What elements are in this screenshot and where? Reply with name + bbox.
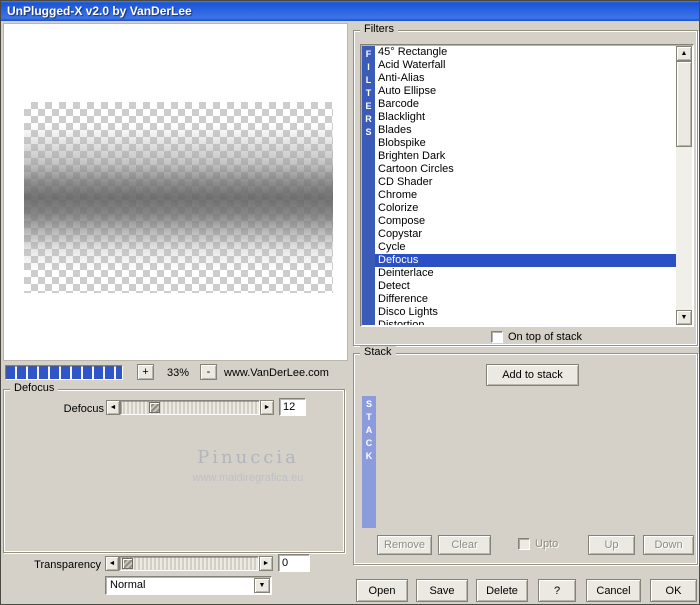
filter-list-item[interactable]: Difference <box>375 293 676 306</box>
watermark-site: www.maidiregrafica.eu <box>192 472 304 484</box>
preview-panel[interactable] <box>3 23 348 361</box>
clear-button[interactable]: Clear <box>438 535 491 555</box>
up-button[interactable]: Up <box>588 535 635 555</box>
filter-list-item[interactable]: Detect <box>375 280 676 293</box>
watermark-name: Pinuccia <box>197 447 299 468</box>
filter-list-item[interactable]: Defocus <box>375 254 676 267</box>
filter-list-item[interactable]: Disco Lights <box>375 306 676 319</box>
right-arrow-icon: ► <box>262 560 270 567</box>
scroll-down-button[interactable]: ▼ <box>676 310 692 325</box>
filter-list-item[interactable]: Auto Ellipse <box>375 85 676 98</box>
defocus-decrease-button[interactable]: ◄ <box>106 400 120 415</box>
scroll-down-icon: ▼ <box>680 314 688 321</box>
titlebar[interactable]: UnPlugged-X v2.0 by VanDerLee <box>1 1 699 21</box>
remove-button[interactable]: Remove <box>377 535 432 555</box>
scrollbar-thumb[interactable] <box>676 61 692 147</box>
transparency-slider-track[interactable] <box>119 556 259 571</box>
transparency-slider-thumb[interactable] <box>122 558 133 569</box>
filter-list-item[interactable]: Cycle <box>375 241 676 254</box>
filter-list-item[interactable]: 45° Rectangle <box>375 46 676 59</box>
stack-banner-text: STACK <box>364 399 374 464</box>
transparency-decrease-button[interactable]: ◄ <box>105 556 119 571</box>
filter-list[interactable]: 45° Rectangle Acid Waterfall Anti-Alias Aut… <box>375 46 676 325</box>
filter-list-item[interactable]: Barcode <box>375 98 676 111</box>
plus-icon: + <box>142 366 149 378</box>
scroll-up-icon: ▲ <box>680 50 688 57</box>
ok-button[interactable]: OK <box>650 579 697 602</box>
delete-button[interactable]: Delete <box>476 579 528 602</box>
defocus-value-field[interactable]: 12 <box>279 398 306 416</box>
filter-list-item[interactable]: Cartoon Circles <box>375 163 676 176</box>
zoom-in-button[interactable]: + <box>137 364 154 380</box>
left-arrow-icon: ◄ <box>108 560 116 567</box>
defocus-increase-button[interactable]: ► <box>260 400 274 415</box>
filter-list-item[interactable]: Distortion <box>375 319 676 325</box>
filters-group-title: Filters <box>360 23 398 35</box>
stack-group-title: Stack <box>360 346 396 358</box>
transparency-increase-button[interactable]: ► <box>259 556 273 571</box>
filter-list-item[interactable]: Blades <box>375 124 676 137</box>
filter-list-item[interactable]: Blacklight <box>375 111 676 124</box>
open-button[interactable]: Open <box>356 579 408 602</box>
filter-list-item[interactable]: Copystar <box>375 228 676 241</box>
vendor-website-link[interactable]: www.VanDerLee.com <box>224 367 329 379</box>
stack-vertical-banner: STACK <box>362 396 376 528</box>
blend-mode-select[interactable]: Normal ▼ <box>105 576 272 595</box>
dropdown-button[interactable]: ▼ <box>254 578 270 593</box>
filter-list-item[interactable]: Blobspike <box>375 137 676 150</box>
filter-listbox: FILTERS 45° Rectangle Acid Waterfall Anti-… <box>360 44 694 327</box>
on-top-of-stack-checkbox[interactable] <box>491 331 503 343</box>
unplugged-x-window: UnPlugged-X v2.0 by VanDerLee + 33% - ww… <box>0 0 700 605</box>
save-button[interactable]: Save <box>416 579 468 602</box>
transparency-value-field[interactable]: 0 <box>278 554 310 572</box>
filter-list-item[interactable]: Compose <box>375 215 676 228</box>
help-button[interactable]: ? <box>538 579 576 602</box>
filter-list-item[interactable]: Anti-Alias <box>375 72 676 85</box>
filter-params-group: Defocus Defocus ◄ ► 12 Pinuccia www.maid… <box>3 382 345 553</box>
preview-image <box>24 102 333 293</box>
filters-scrollbar[interactable]: ▲ ▼ <box>676 46 692 325</box>
scroll-up-button[interactable]: ▲ <box>676 46 692 61</box>
filter-list-item[interactable]: Deinterlace <box>375 267 676 280</box>
right-arrow-icon: ► <box>263 404 271 411</box>
filters-group: Filters FILTERS 45° Rectangle Acid Waterf… <box>353 23 698 346</box>
cancel-button[interactable]: Cancel <box>586 579 641 602</box>
window-title: UnPlugged-X v2.0 by VanDerLee <box>7 4 192 18</box>
defocus-slider-track[interactable] <box>120 400 260 415</box>
left-arrow-icon: ◄ <box>109 404 117 411</box>
zoom-out-button[interactable]: - <box>200 364 217 380</box>
filter-list-item[interactable]: Colorize <box>375 202 676 215</box>
transparency-label: Transparency <box>34 559 101 571</box>
filter-params-group-title: Defocus <box>10 382 59 394</box>
down-button[interactable]: Down <box>643 535 694 555</box>
upto-checkbox[interactable] <box>518 538 530 550</box>
filter-list-item[interactable]: Chrome <box>375 189 676 202</box>
gradient-band <box>24 102 333 293</box>
filters-vertical-banner: FILTERS <box>362 46 375 325</box>
minus-icon: - <box>206 366 211 378</box>
filter-list-item[interactable]: CD Shader <box>375 176 676 189</box>
defocus-slider-label: Defocus <box>63 403 104 415</box>
stack-group: Stack Add to stack STACK Remove Clear Up… <box>353 346 698 565</box>
filter-list-item[interactable]: Acid Waterfall <box>375 59 676 72</box>
on-top-of-stack-label: On top of stack <box>508 331 582 343</box>
progress-bar <box>5 365 123 380</box>
add-to-stack-button[interactable]: Add to stack <box>486 364 579 386</box>
upto-label: Upto <box>535 538 559 550</box>
chevron-down-icon: ▼ <box>258 582 266 589</box>
zoom-level: 33% <box>166 367 190 379</box>
blend-mode-value: Normal <box>110 579 146 591</box>
filters-banner-text: FILTERS <box>363 49 374 140</box>
filter-list-item[interactable]: Brighten Dark <box>375 150 676 163</box>
defocus-slider-thumb[interactable] <box>149 402 160 413</box>
